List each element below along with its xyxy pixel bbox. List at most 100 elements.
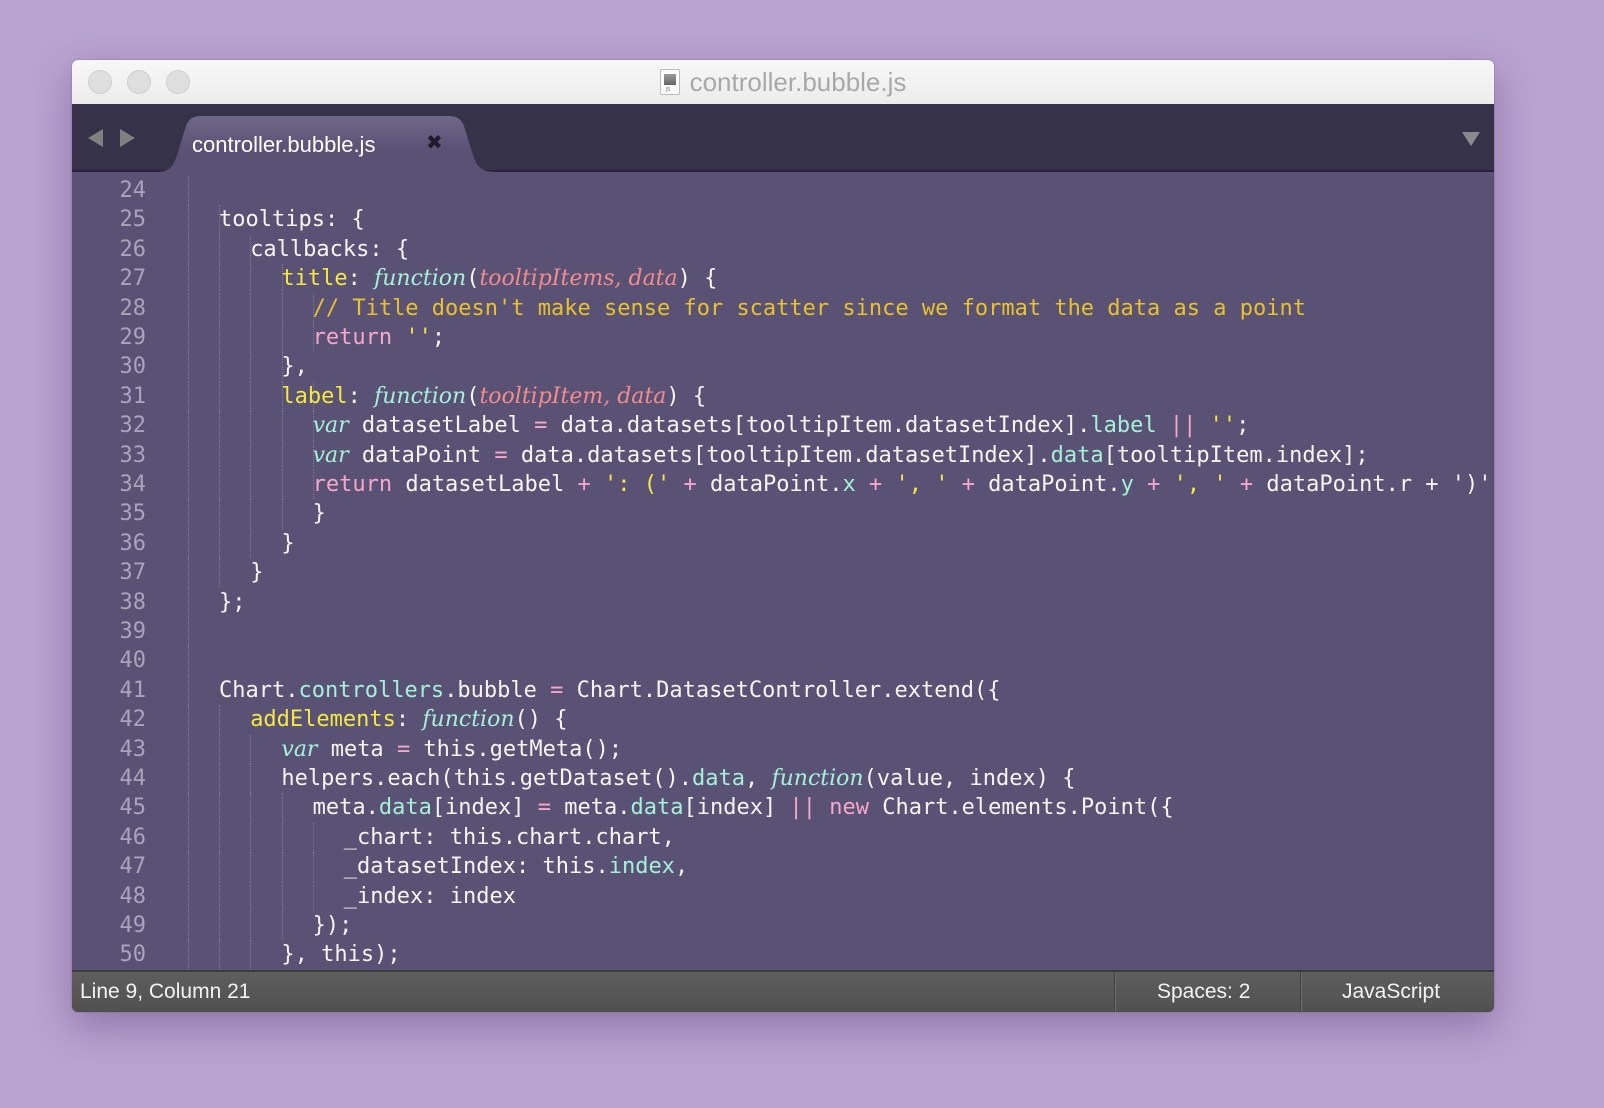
code-line[interactable]: 33 var dataPoint = data.datasets[tooltipI… bbox=[72, 440, 1494, 470]
code-line[interactable]: 46 _chart: this.chart.chart, bbox=[72, 822, 1494, 853]
token-pr: index bbox=[608, 854, 675, 880]
line-number: 37 bbox=[119, 560, 147, 586]
code-line[interactable]: 42 addElements: function() { bbox=[72, 705, 1494, 735]
indent-guide bbox=[188, 352, 189, 382]
code-line[interactable]: 50}, this); bbox=[72, 940, 1494, 970]
code-line[interactable]: 28 // Title doesn't make sense for scatte… bbox=[72, 293, 1494, 323]
indent-guide bbox=[219, 323, 221, 353]
status-divider bbox=[1114, 972, 1116, 1012]
token-text: dataPoint.r + ')'; bbox=[1253, 472, 1494, 497]
indent-guide bbox=[188, 734, 189, 764]
line-number: 25 bbox=[119, 207, 147, 233]
code-text: helpers.each(this.getDataset().data, fun… bbox=[281, 764, 1075, 793]
token-text: ; bbox=[1236, 413, 1250, 439]
indent-guide bbox=[188, 323, 189, 353]
indent-guide bbox=[250, 470, 252, 500]
status-bar: Line 9, Column 21 Spaces: 2 JavaScript bbox=[72, 970, 1494, 1012]
token-text: dataPoint. bbox=[974, 472, 1121, 497]
next-tab-arrow-icon[interactable] bbox=[120, 129, 135, 147]
token-text: ; bbox=[431, 325, 446, 350]
tab-controller-bubble-js[interactable]: controller.bubble.js ✖ bbox=[156, 116, 496, 172]
code-text: var meta = this.getMeta(); bbox=[281, 735, 622, 764]
token-text: } bbox=[250, 560, 264, 586]
window-title: controller.bubble.js bbox=[689, 66, 907, 97]
code-line[interactable]: 26 callbacks: { bbox=[72, 234, 1494, 265]
code-line[interactable]: 36} bbox=[72, 528, 1494, 559]
indent-guide bbox=[250, 881, 252, 911]
token-pr: y bbox=[1120, 472, 1134, 497]
token-cm: // Title doesn't make sense for scatter … bbox=[312, 295, 1306, 321]
indent-guide bbox=[250, 793, 252, 823]
indent-guide bbox=[188, 234, 189, 265]
code-line[interactable]: 35} bbox=[72, 499, 1494, 529]
indent-guide bbox=[188, 470, 189, 500]
code-line[interactable]: 49}); bbox=[72, 911, 1494, 941]
token-text: data.datasets[tooltipItem.datasetIndex]. bbox=[507, 442, 1051, 468]
token-text: [tooltipItem.index]; bbox=[1103, 442, 1369, 468]
indent-guide bbox=[188, 176, 189, 206]
code-line[interactable]: 40 bbox=[72, 646, 1494, 676]
indent-guide bbox=[250, 352, 252, 382]
indent-guide bbox=[281, 881, 283, 911]
code-line[interactable]: 32 var datasetLabel = data.datasets[toolt… bbox=[72, 411, 1494, 441]
code-line[interactable]: 47 _datasetIndex: this.index, bbox=[72, 852, 1494, 882]
previous-tab-arrow-icon[interactable] bbox=[88, 129, 103, 147]
tab-menu-dropdown-icon[interactable] bbox=[1462, 132, 1480, 146]
code-line[interactable]: 25 tooltips: { bbox=[72, 205, 1494, 235]
token-kw: return bbox=[312, 472, 393, 497]
syntax-mode[interactable]: JavaScript bbox=[1342, 980, 1440, 1004]
indent-guide bbox=[281, 323, 283, 353]
token-k: label bbox=[281, 383, 348, 409]
token-op: + bbox=[577, 472, 591, 497]
code-line[interactable]: 38}; bbox=[72, 587, 1494, 617]
code-line[interactable]: 27 title: function(tooltipItems, data) { bbox=[72, 264, 1494, 294]
code-editor[interactable]: 24 25 tooltips: {26 callbacks: {27 title: fu… bbox=[72, 172, 1494, 972]
token-text: } bbox=[281, 530, 295, 556]
code-line[interactable]: 24 bbox=[72, 176, 1494, 206]
indent-guide bbox=[188, 764, 189, 794]
indent-guide bbox=[250, 911, 252, 941]
token-text: dataPoint. bbox=[696, 472, 843, 497]
token-st: ': (' bbox=[604, 472, 671, 497]
token-op: + bbox=[1147, 472, 1161, 497]
editor-window: controller.bubble.js controller.bubble.j… bbox=[72, 60, 1494, 1012]
code-line[interactable]: 37} bbox=[72, 558, 1494, 588]
code-text: return datasetLabel + ': (' + dataPoint.… bbox=[313, 470, 1494, 499]
tab-close-icon[interactable]: ✖ bbox=[426, 130, 443, 154]
indent-guide bbox=[312, 881, 314, 911]
code-line[interactable]: 34 return datasetLabel + ': (' + dataPoin… bbox=[72, 470, 1494, 500]
token-text: : bbox=[347, 383, 375, 409]
token-text: data.datasets[tooltipItem.datasetIndex]. bbox=[547, 413, 1091, 439]
indent-guide bbox=[281, 822, 283, 853]
indent-guide bbox=[219, 381, 221, 412]
indent-guide bbox=[188, 617, 189, 647]
indent-guide bbox=[219, 764, 221, 794]
code-line[interactable]: 30}, bbox=[72, 352, 1494, 382]
code-line[interactable]: 43 var meta = this.getMeta(); bbox=[72, 734, 1494, 764]
code-line[interactable]: 44 helpers.each(this.getDataset().data, f… bbox=[72, 764, 1494, 794]
token-op: + bbox=[1239, 472, 1254, 497]
code-line[interactable]: 39 bbox=[72, 617, 1494, 647]
token-op: || bbox=[789, 795, 816, 821]
code-line[interactable]: 41 Chart.controllers.bubble = Chart.Datas… bbox=[72, 675, 1494, 706]
code-line[interactable]: 45 meta.data[index] = meta.data[index] ||… bbox=[72, 793, 1494, 823]
code-line[interactable]: 29 return ''; bbox=[72, 323, 1494, 353]
indent-guide bbox=[188, 587, 189, 617]
indent-guide bbox=[188, 381, 189, 412]
line-number: 40 bbox=[119, 648, 147, 674]
line-number: 38 bbox=[119, 589, 147, 615]
token-op: + bbox=[683, 472, 697, 497]
code-line[interactable]: 48 _index: index bbox=[72, 881, 1494, 911]
token-text: callbacks: { bbox=[250, 236, 410, 262]
indentation-setting[interactable]: Spaces: 2 bbox=[1157, 980, 1250, 1004]
indent-guide bbox=[281, 793, 283, 823]
token-text: datasetLabel bbox=[392, 472, 578, 497]
indent-guide bbox=[188, 881, 189, 911]
indent-guide bbox=[188, 793, 189, 823]
indent-guide bbox=[281, 470, 283, 500]
code-line[interactable]: 31 label: function(tooltipItem, data) { bbox=[72, 381, 1494, 412]
